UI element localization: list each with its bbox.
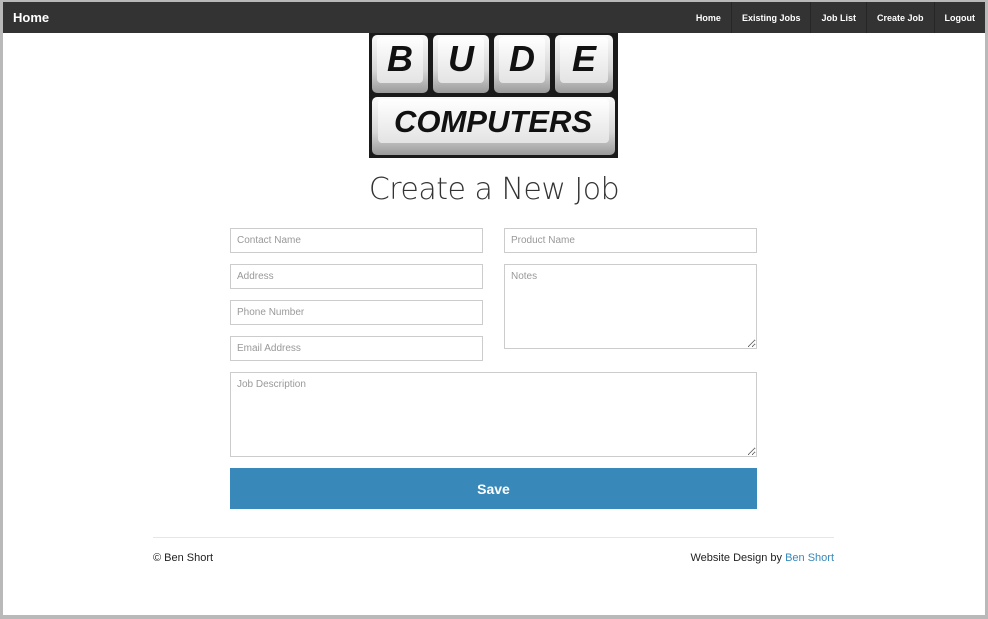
home-brand-link[interactable]: Home <box>3 10 49 25</box>
page-title: Create a New Job <box>368 172 620 207</box>
nav-links: Home Existing Jobs Job List Create Job L… <box>686 2 985 33</box>
contact-name-input[interactable] <box>230 228 483 253</box>
top-navbar: Home Home Existing Jobs Job List Create … <box>3 2 985 33</box>
logo-letter-e: E <box>572 38 597 79</box>
nav-link-existing-jobs[interactable]: Existing Jobs <box>730 2 811 33</box>
product-name-input[interactable] <box>504 228 757 253</box>
footer-divider <box>153 537 834 538</box>
nav-link-job-list[interactable]: Job List <box>810 2 866 33</box>
notes-textarea[interactable] <box>504 264 757 349</box>
footer-copyright: © Ben Short <box>153 552 214 564</box>
email-address-input[interactable] <box>230 336 483 361</box>
footer-credit-prefix: Website Design by <box>690 552 786 564</box>
logo-subtitle: COMPUTERS <box>394 104 592 139</box>
logo-letter-b: B <box>387 38 413 79</box>
job-description-textarea[interactable] <box>230 372 757 457</box>
bude-computers-logo: B U D E COMPUTERS <box>369 33 618 158</box>
address-input[interactable] <box>230 264 483 289</box>
logo-letter-d: D <box>509 38 535 79</box>
footer-credit-link[interactable]: Ben Short <box>785 552 834 564</box>
nav-link-logout[interactable]: Logout <box>933 2 986 33</box>
nav-link-create-job[interactable]: Create Job <box>865 2 934 33</box>
logo-letter-u: U <box>448 38 475 79</box>
save-button[interactable]: Save <box>230 468 757 509</box>
phone-number-input[interactable] <box>230 300 483 325</box>
browser-viewport: Home Home Existing Jobs Job List Create … <box>3 2 985 615</box>
nav-link-home[interactable]: Home <box>686 2 731 33</box>
footer-credit: Website Design by Ben Short <box>691 552 835 564</box>
